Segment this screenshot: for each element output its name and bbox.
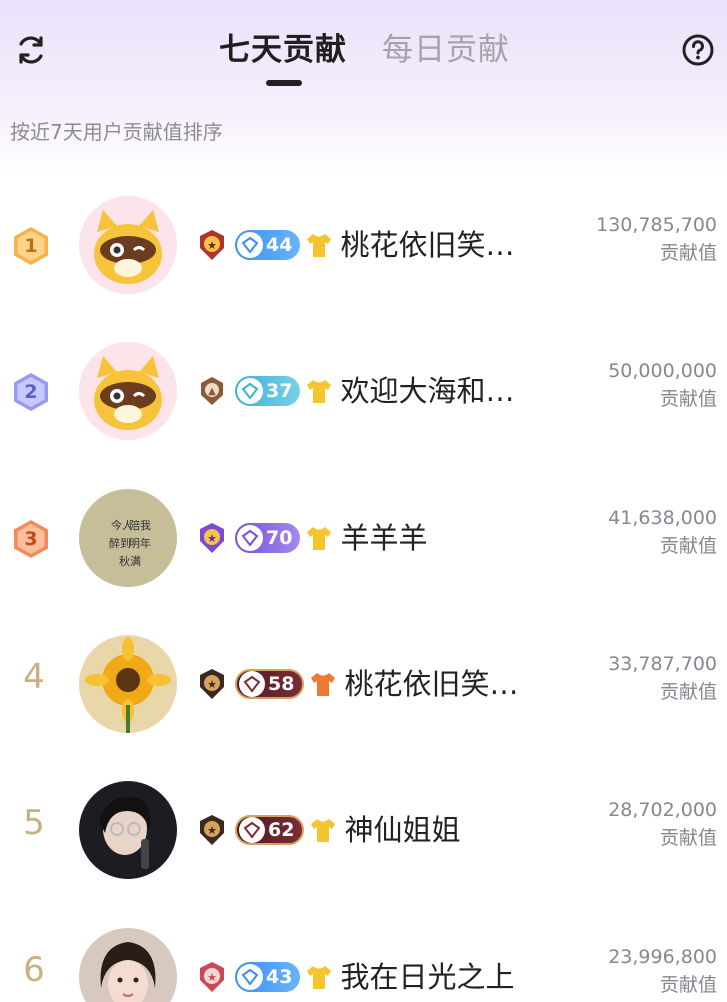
rank-badge: 3	[9, 517, 53, 561]
level-badge: 37	[235, 376, 301, 406]
score-label: 贡献值	[659, 535, 717, 557]
avatar[interactable]	[79, 196, 177, 294]
svg-text:▲: ▲	[208, 386, 216, 397]
username[interactable]: 神仙姐姐	[344, 813, 460, 847]
score: 23,996,800 贡献值	[608, 944, 717, 1000]
score: 50,000,000 贡献值	[608, 358, 717, 414]
svg-text:★: ★	[207, 678, 217, 691]
shirt-icon	[307, 966, 332, 989]
score: 41,638,000 贡献值	[608, 505, 717, 561]
username[interactable]: 桃花依旧笑…	[344, 667, 518, 701]
crest-icon: ★	[200, 815, 224, 845]
svg-text:★: ★	[207, 971, 217, 984]
crest-icon: ★	[200, 230, 224, 260]
score: 28,702,000 贡献值	[608, 797, 717, 853]
svg-text:明年: 明年	[129, 536, 151, 550]
svg-text:醉到: 醉到	[109, 536, 131, 550]
tab-bar: 七天贡献 每日贡献	[0, 28, 727, 88]
svg-text:秋满: 秋满	[119, 554, 141, 568]
shirt-icon	[311, 673, 336, 696]
tab-daily[interactable]: 每日贡献	[382, 28, 510, 72]
score-value: 33,787,700	[608, 653, 717, 675]
level-badge: 43	[235, 962, 301, 992]
score-label: 贡献值	[659, 974, 717, 996]
level-icon	[239, 671, 265, 697]
crest-icon: ★	[200, 669, 224, 699]
shirt-icon	[307, 380, 332, 403]
rank-badge: 1	[9, 224, 53, 268]
help-circle-icon[interactable]	[678, 30, 718, 70]
list-item[interactable]: 6 ★ 43 我在日光之上 23,996,800 贡献值	[0, 920, 727, 1002]
crest-icon: ▲	[201, 377, 223, 405]
svg-text:陪我: 陪我	[129, 518, 151, 532]
list-item[interactable]: 3 今人 陪我 醉到 明年 秋满 ★ 70 羊羊羊 41,638,000 贡献值	[0, 481, 727, 601]
list-item[interactable]: 4 ★ 58 桃花依旧笑… 33,787,700 贡献值	[0, 627, 727, 747]
level-badge: 62	[235, 815, 305, 845]
rank-number: 5	[23, 803, 45, 843]
avatar[interactable]	[79, 342, 177, 440]
avatar[interactable]	[79, 928, 177, 1002]
list-item[interactable]: 5 ★ 62 神仙姐姐 28,702,000 贡献值	[0, 773, 727, 893]
svg-text:★: ★	[207, 532, 217, 545]
list-item[interactable]: 2 ▲ 37 欢迎大海和… 50,000,000 贡献值	[0, 334, 727, 454]
score-value: 28,702,000	[608, 799, 717, 821]
crest-icon: ★	[200, 962, 224, 992]
level-icon	[239, 817, 265, 843]
list-item[interactable]: 1 ★ 44 桃花依旧笑… 130,785,700 贡献值	[0, 188, 727, 308]
score-label: 贡献值	[659, 681, 717, 703]
level-icon	[237, 525, 263, 551]
score-label: 贡献值	[659, 388, 717, 410]
rank-number: 3	[24, 528, 38, 550]
level-badge: 58	[235, 669, 305, 699]
shirt-icon	[311, 819, 336, 842]
username[interactable]: 我在日光之上	[340, 960, 514, 994]
level-icon	[237, 232, 263, 258]
badge-group: ★ 70 羊羊羊	[195, 521, 427, 555]
score-value: 50,000,000	[608, 360, 717, 382]
badge-group: ★ 43 我在日光之上	[195, 960, 514, 994]
score-label: 贡献值	[659, 242, 717, 264]
level-icon	[237, 964, 263, 990]
svg-text:★: ★	[207, 824, 217, 837]
score-value: 23,996,800	[608, 946, 717, 968]
level-badge: 44	[235, 230, 301, 260]
avatar[interactable]	[79, 781, 177, 879]
username[interactable]: 欢迎大海和…	[340, 374, 514, 408]
avatar[interactable]	[79, 635, 177, 733]
badge-group: ★ 58 桃花依旧笑…	[195, 667, 518, 701]
shirt-icon	[307, 527, 332, 550]
score-value: 130,785,700	[596, 214, 717, 236]
badge-group: ★ 44 桃花依旧笑…	[195, 228, 514, 262]
username[interactable]: 桃花依旧笑…	[340, 228, 514, 262]
rank-badge: 2	[9, 370, 53, 414]
shirt-icon	[307, 234, 332, 257]
badge-group: ▲ 37 欢迎大海和…	[195, 374, 514, 408]
rank-number: 4	[23, 657, 45, 697]
header: 七天贡献 每日贡献	[0, 0, 727, 100]
svg-text:★: ★	[207, 239, 217, 252]
badge-group: ★ 62 神仙姐姐	[195, 813, 460, 847]
rank-number: 2	[24, 381, 38, 403]
score: 130,785,700 贡献值	[596, 212, 717, 268]
score-label: 贡献值	[659, 827, 717, 849]
level-badge: 70	[235, 523, 301, 553]
level-icon	[237, 378, 263, 404]
rank-number: 1	[24, 235, 38, 257]
score-value: 41,638,000	[608, 507, 717, 529]
crest-icon: ★	[200, 523, 224, 553]
tab-seven-day[interactable]: 七天贡献	[219, 28, 347, 72]
active-tab-indicator	[266, 80, 302, 86]
score: 33,787,700 贡献值	[608, 651, 717, 707]
avatar[interactable]: 今人 陪我 醉到 明年 秋满	[79, 489, 177, 587]
sort-description: 按近7天用户贡献值排序	[10, 120, 223, 144]
username[interactable]: 羊羊羊	[340, 521, 427, 555]
rank-number: 6	[23, 950, 45, 990]
